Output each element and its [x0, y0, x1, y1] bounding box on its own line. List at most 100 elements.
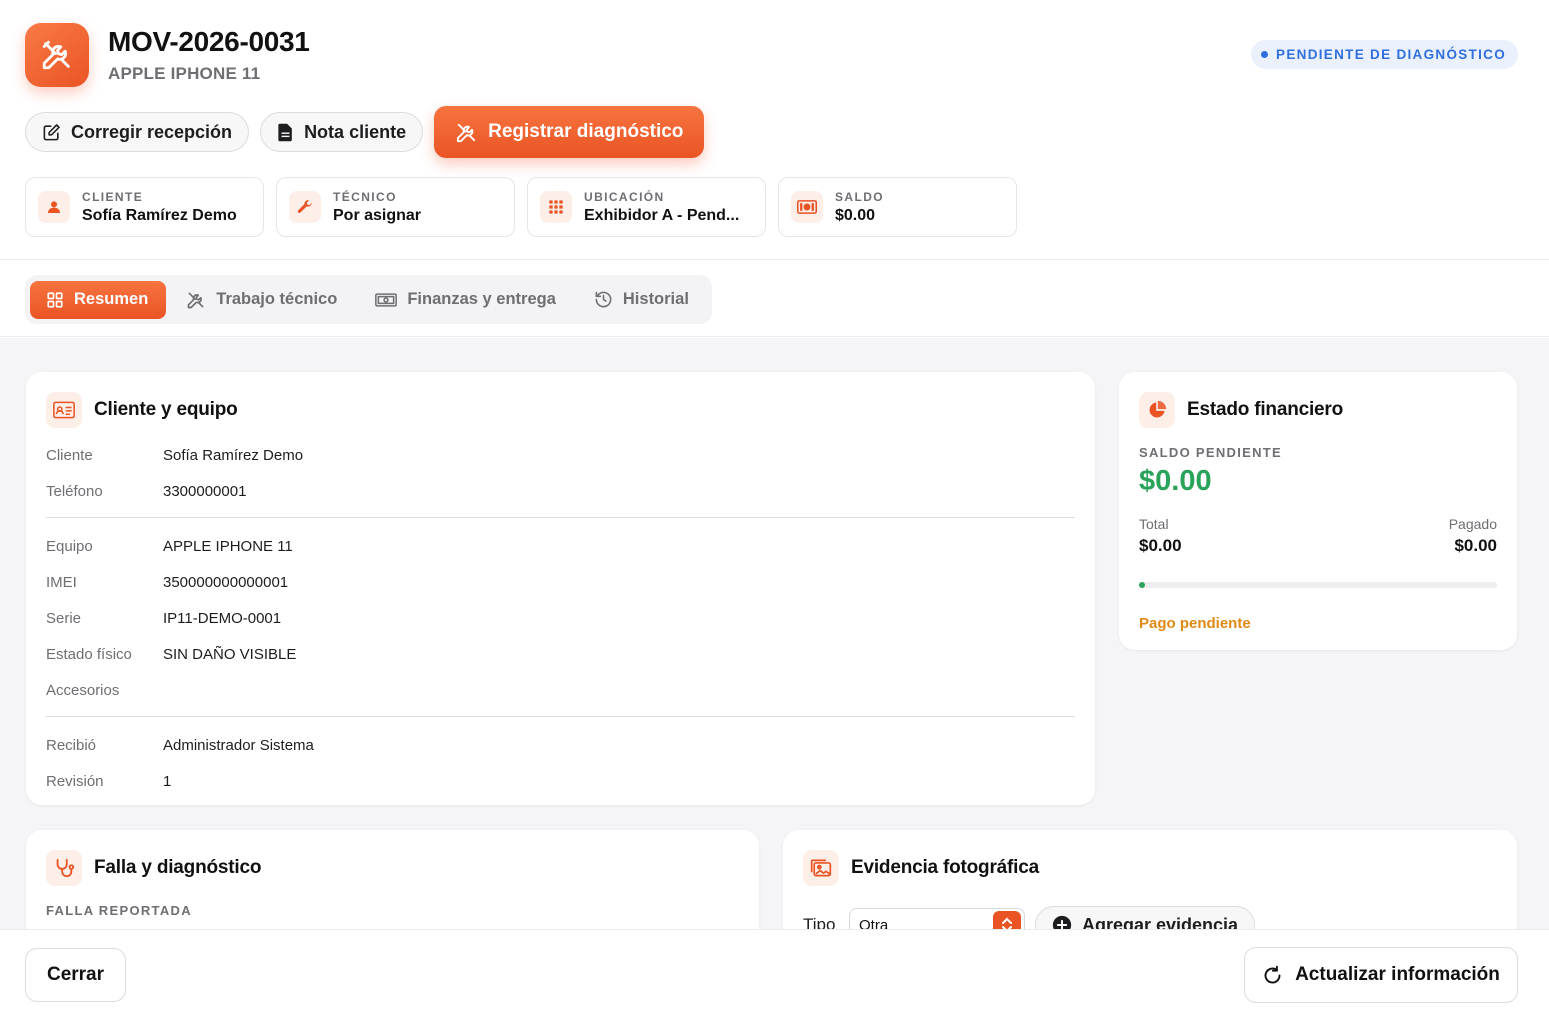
- detail-row: Serie IP11-DEMO-0001: [46, 600, 1075, 636]
- detail-row: Estado físico SIN DAÑO VISIBLE: [46, 636, 1075, 672]
- info-card-value: Exhibidor A - Pend...: [584, 206, 740, 224]
- info-card-label: TÉCNICO: [333, 189, 397, 204]
- detail-key: Equipo: [46, 537, 93, 555]
- tab-technical-work[interactable]: Trabajo técnico: [170, 281, 355, 319]
- chevron-up-down-icon: [993, 911, 1021, 930]
- payment-progress-fill: [1139, 582, 1145, 588]
- refresh-icon: [1264, 965, 1281, 983]
- tab-summary[interactable]: Resumen: [30, 280, 167, 319]
- detail-row: Cliente Sofía Ramírez Demo: [46, 437, 1075, 473]
- pie-chart-icon: [1139, 392, 1175, 428]
- close-button[interactable]: Cerrar: [25, 948, 126, 1002]
- add-evidence-label: Agregar evidencia: [1082, 914, 1239, 931]
- detail-key: Teléfono: [46, 482, 103, 500]
- client-rows: Cliente Sofía Ramírez Demo Teléfono 330000…: [46, 437, 1075, 509]
- payment-progress-bar: [1139, 582, 1497, 588]
- evidence-type-select[interactable]: Otra: [849, 908, 1025, 930]
- wrench-icon: [289, 191, 321, 223]
- pending-balance-value: $0.00: [1139, 465, 1212, 497]
- modal-header: MOV-2026-0031 APPLE IPHONE 11 PENDIENTE …: [0, 0, 1549, 260]
- client-note-button[interactable]: Nota cliente: [260, 112, 424, 152]
- correct-reception-button[interactable]: Corregir recepción: [25, 112, 250, 152]
- divider: [46, 517, 1075, 518]
- card-title: Evidencia fotográfica: [851, 857, 1039, 878]
- document-icon: [278, 123, 292, 141]
- correct-reception-label: Corregir recepción: [71, 121, 233, 142]
- card-title: Estado financiero: [1187, 399, 1344, 420]
- photo-evidence-card: Evidencia fotográfica Tipo Otra Agregar …: [783, 830, 1517, 930]
- stethoscope-icon: [46, 850, 82, 886]
- tab-label: Resumen: [74, 290, 149, 308]
- add-evidence-button[interactable]: Agregar evidencia: [1035, 906, 1256, 931]
- tab-history[interactable]: Historial: [578, 281, 707, 319]
- payment-status: Pago pendiente: [1139, 615, 1251, 632]
- refresh-label: Actualizar información: [1295, 964, 1500, 985]
- total-label: Total: [1139, 516, 1169, 532]
- status-badge: PENDIENTE DE DIAGNÓSTICO: [1251, 40, 1518, 69]
- type-label: Tipo: [803, 915, 836, 930]
- card-header: Evidencia fotográfica: [803, 850, 1497, 886]
- info-cards: CLIENTE Sofía Ramírez Demo TÉCNICO Por a…: [25, 177, 1017, 237]
- info-card-client: CLIENTE Sofía Ramírez Demo: [25, 177, 264, 237]
- finance-card: Estado financiero SALDO PENDIENTE $0.00 …: [1119, 372, 1517, 650]
- detail-value: APPLE IPHONE 11: [163, 537, 293, 555]
- image-gallery-icon: [803, 850, 839, 886]
- edit-icon: [43, 123, 60, 140]
- history-icon: [595, 291, 612, 308]
- person-icon: [38, 191, 70, 223]
- info-card-value: Por asignar: [333, 206, 422, 224]
- info-card-label: UBICACIÓN: [584, 189, 665, 204]
- card-header: Falla y diagnóstico: [46, 850, 739, 886]
- page-title: MOV-2026-0031: [108, 26, 310, 57]
- action-toolbar: Corregir recepción Nota cliente Registra…: [25, 106, 705, 158]
- detail-key: Accesorios: [46, 681, 120, 699]
- detail-key: Recibió: [46, 736, 97, 754]
- pending-balance-label: SALDO PENDIENTE: [1139, 445, 1283, 460]
- detail-value: 3300000001: [163, 482, 247, 500]
- tools-icon: [457, 123, 476, 142]
- detail-value: Sofía Ramírez Demo: [163, 446, 304, 464]
- evidence-form-row: Tipo Otra Agregar evidencia: [803, 906, 1497, 930]
- plus-circle-icon: [1052, 915, 1072, 930]
- detail-key: Serie: [46, 609, 82, 627]
- cash-icon: [375, 292, 398, 307]
- info-card-label: SALDO: [835, 189, 884, 204]
- card-header: Estado financiero: [1139, 392, 1497, 428]
- fault-diagnosis-card: Falla y diagnóstico FALLA REPORTADA: [26, 830, 759, 930]
- tools-icon: [25, 23, 89, 87]
- totals-row: Total $0.00 Pagado $0.00: [1139, 516, 1497, 556]
- status-dot-icon: [1261, 51, 1269, 58]
- tab-finance-delivery[interactable]: Finanzas y entrega: [359, 281, 574, 319]
- tab-bar: Resumen Trabajo técnico Finanzas y entre…: [25, 275, 712, 324]
- client-device-card: Cliente y equipo Cliente Sofía Ramírez De…: [26, 372, 1095, 805]
- info-card-location: UBICACIÓN Exhibidor A - Pend...: [527, 177, 766, 237]
- info-card-label: CLIENTE: [82, 189, 144, 204]
- device-rows: Equipo APPLE IPHONE 11 IMEI 35000000000000…: [46, 528, 1075, 708]
- register-diagnosis-button[interactable]: Registrar diagnóstico: [434, 106, 705, 158]
- tab-label: Trabajo técnico: [216, 290, 338, 308]
- detail-row: IMEI 350000000000001: [46, 564, 1075, 600]
- card-title: Falla y diagnóstico: [94, 857, 262, 878]
- tools-icon: [187, 292, 204, 308]
- tab-content-summary[interactable]: Cliente y equipo Cliente Sofía Ramírez De…: [0, 338, 1549, 930]
- info-card-value: Sofía Ramírez Demo: [82, 206, 237, 224]
- card-title: Cliente y equipo: [94, 399, 238, 420]
- info-card-technician: TÉCNICO Por asignar: [276, 177, 515, 237]
- evidence-type-value: Otra: [859, 916, 889, 931]
- card-header: Cliente y equipo: [46, 392, 1075, 428]
- tab-label: Finanzas y entrega: [407, 290, 556, 308]
- register-diagnosis-label: Registrar diagnóstico: [488, 121, 684, 142]
- tab-label: Historial: [622, 290, 689, 308]
- client-note-label: Nota cliente: [304, 121, 407, 142]
- detail-row: Accesorios: [46, 672, 1075, 708]
- detail-row: Equipo APPLE IPHONE 11: [46, 528, 1075, 564]
- detail-row: Recibió Administrador Sistema: [46, 727, 1075, 763]
- detail-value: 350000000000001: [163, 573, 289, 591]
- detail-value: SIN DAÑO VISIBLE: [163, 645, 297, 663]
- id-card-icon: [46, 392, 82, 428]
- refresh-button[interactable]: Actualizar información: [1244, 947, 1518, 1003]
- divider: [46, 716, 1075, 717]
- detail-value: IP11-DEMO-0001: [163, 609, 282, 627]
- detail-key: Revisión: [46, 772, 104, 790]
- meta-rows: Recibió Administrador Sistema Revisión 1: [46, 727, 1075, 799]
